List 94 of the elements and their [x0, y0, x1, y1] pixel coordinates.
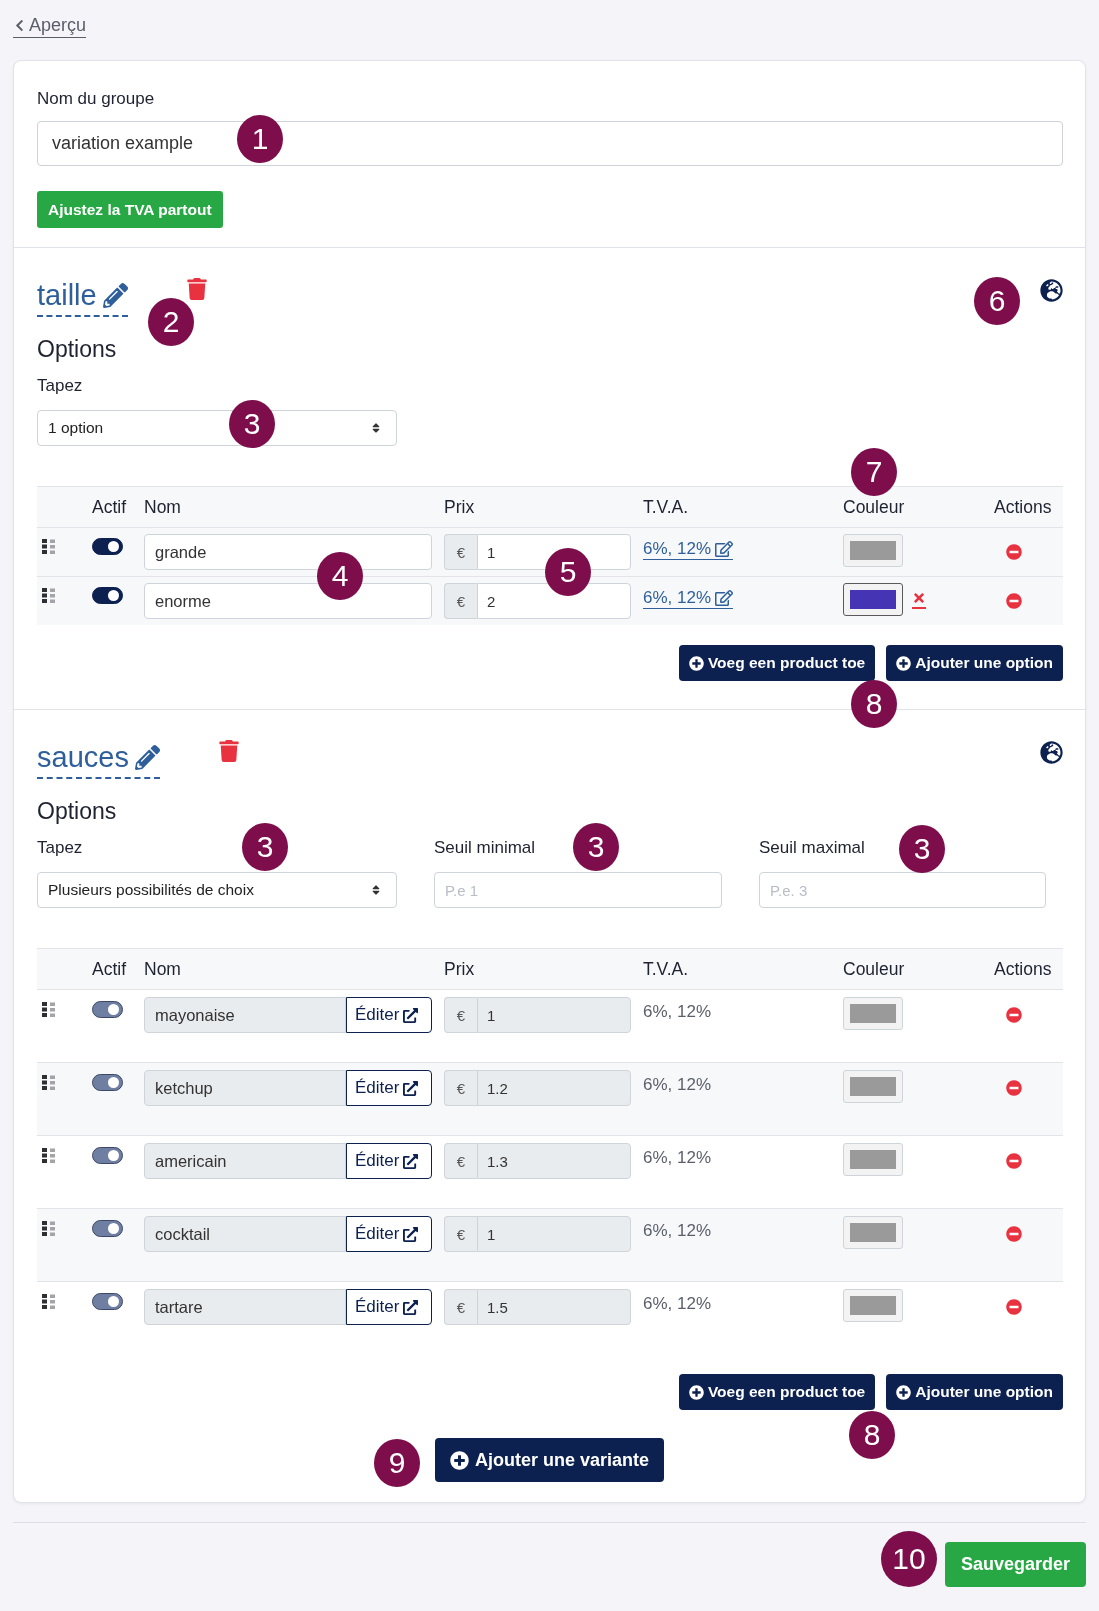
drag-handle-icon[interactable]: [42, 539, 55, 554]
currency-addon: €: [444, 1143, 477, 1179]
field-label: Nom du groupe: [37, 88, 155, 110]
column-header: Nom: [143, 496, 182, 518]
column-header: Prix: [443, 496, 476, 518]
trash-icon: [185, 278, 208, 300]
remove-button[interactable]: [1006, 1153, 1022, 1169]
vat-link[interactable]: 6%, 12%: [643, 587, 734, 609]
active-toggle[interactable]: [92, 538, 123, 555]
add-option-button[interactable]: Ajouter une option: [886, 1374, 1063, 1410]
column-header: Couleur: [842, 958, 906, 980]
field-label: Tapez: [37, 837, 83, 859]
x-icon: [912, 591, 926, 605]
delete-button[interactable]: [185, 278, 208, 300]
column-header: Actif: [91, 496, 128, 518]
globe-icon: [1040, 279, 1063, 302]
globe-icon: [1040, 741, 1063, 764]
column-header: T.V.A.: [642, 958, 690, 980]
drag-handle-icon[interactable]: [42, 588, 55, 603]
drag-handle-icon[interactable]: [42, 1002, 55, 1017]
clear-color-button[interactable]: [912, 591, 926, 609]
remove-button[interactable]: [1006, 544, 1022, 560]
active-toggle[interactable]: [92, 1001, 123, 1018]
active-toggle[interactable]: [92, 1074, 123, 1091]
remove-button[interactable]: [1006, 1007, 1022, 1023]
column-header: Nom: [143, 958, 182, 980]
delete-button[interactable]: [217, 740, 240, 762]
options-title: Options: [37, 335, 117, 363]
threshold-input[interactable]: P.e 1: [434, 872, 722, 908]
variation-name-link[interactable]: taille: [37, 278, 128, 317]
chevron-left-icon: [13, 19, 26, 32]
currency-addon: €: [444, 997, 477, 1033]
globe-button[interactable]: [1040, 741, 1063, 764]
field-label: Seuil maximal: [759, 837, 865, 859]
column-header: Actions: [993, 958, 1053, 980]
drag-handle-icon[interactable]: [42, 1221, 55, 1236]
edit-button[interactable]: Éditer: [346, 1289, 432, 1325]
edit-button[interactable]: Éditer: [346, 1070, 432, 1106]
trash-icon: [217, 740, 240, 762]
add-product-button[interactable]: Voeg een product toe: [678, 645, 876, 681]
drag-handle-icon[interactable]: [42, 1148, 55, 1163]
active-toggle[interactable]: [92, 1293, 123, 1310]
column-header: T.V.A.: [642, 496, 690, 518]
drag-handle-icon[interactable]: [42, 1075, 55, 1090]
vat-text: 6%, 12%: [643, 1220, 712, 1241]
add-variant-button[interactable]: Ajouter une variante: [434, 1438, 664, 1482]
threshold-input[interactable]: P.e. 3: [759, 872, 1046, 908]
edit-icon: [715, 539, 734, 558]
vat-text: 6%, 12%: [643, 1001, 712, 1022]
currency-addon: €: [444, 1070, 477, 1106]
currency-addon: €: [444, 534, 477, 570]
vat-text: 6%, 12%: [643, 1147, 712, 1168]
external-link-icon: [403, 1153, 419, 1169]
remove-button[interactable]: [1006, 1226, 1022, 1242]
color-picker[interactable]: [843, 583, 903, 616]
field-label: Seuil minimal: [434, 837, 536, 859]
number-badge-overlay: 10: [881, 1531, 937, 1587]
pencil-icon: [102, 282, 128, 308]
external-link-icon: [403, 1080, 419, 1096]
remove-button[interactable]: [1006, 593, 1022, 609]
vat-text: 6%, 12%: [643, 1074, 712, 1095]
pencil-icon: [134, 744, 160, 770]
column-header: Actions: [993, 496, 1053, 518]
active-toggle[interactable]: [92, 1220, 123, 1237]
sort-icon: [370, 422, 382, 434]
edit-button[interactable]: Éditer: [346, 1143, 432, 1179]
vat-link[interactable]: 6%, 12%: [643, 538, 734, 560]
column-header: Couleur: [842, 496, 906, 518]
edit-button[interactable]: Éditer: [346, 1216, 432, 1252]
options-title: Options: [37, 797, 117, 825]
sort-icon: [370, 884, 382, 896]
currency-addon: €: [444, 1289, 477, 1325]
type-select[interactable]: Plusieurs possibilités de choix: [37, 872, 397, 908]
variation-name-link[interactable]: sauces: [37, 740, 160, 779]
field-label: Tapez: [37, 375, 83, 397]
globe-button[interactable]: [1040, 279, 1063, 302]
active-toggle[interactable]: [92, 1147, 123, 1164]
vat-text: 6%, 12%: [643, 1293, 712, 1314]
back-link[interactable]: Aperçu: [13, 14, 87, 38]
column-header: Prix: [443, 958, 476, 980]
external-link-icon: [403, 1299, 419, 1315]
add-option-button[interactable]: Ajouter une option: [886, 645, 1063, 681]
currency-addon: €: [444, 1216, 477, 1252]
column-header: Actif: [91, 958, 128, 980]
external-link-icon: [403, 1007, 419, 1023]
remove-button[interactable]: [1006, 1299, 1022, 1315]
active-toggle[interactable]: [92, 587, 123, 604]
remove-button[interactable]: [1006, 1080, 1022, 1096]
drag-handle-icon[interactable]: [42, 1294, 55, 1309]
add-product-button[interactable]: Voeg een product toe: [678, 1374, 876, 1410]
currency-addon: €: [444, 583, 477, 619]
edit-icon: [715, 588, 734, 607]
external-link-icon: [403, 1226, 419, 1242]
edit-button[interactable]: Éditer: [346, 997, 432, 1033]
